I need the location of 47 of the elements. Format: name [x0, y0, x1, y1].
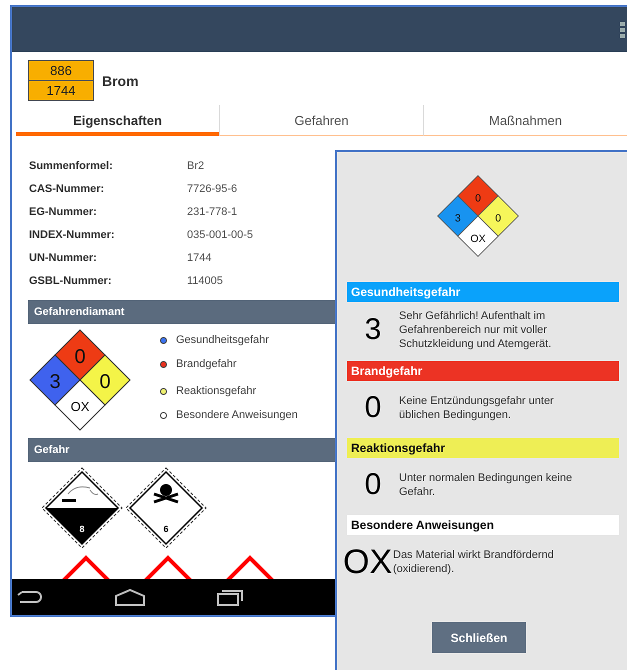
substance-name: Brom [102, 72, 139, 88]
reactivity-rating: 0 [99, 371, 111, 393]
property-value: Br2 [187, 160, 204, 172]
property-label: EG-Nummer: [29, 206, 98, 218]
category-header: Besondere Anweisungen [347, 515, 619, 535]
category-header: Gesundheitsgefahr [347, 282, 619, 302]
rating-value: OX [343, 542, 393, 582]
property-value: 231-778-1 [187, 206, 238, 218]
category-header: Reaktionsgefahr [347, 438, 619, 458]
legend-label: Reaktionsgefahr [176, 385, 256, 397]
rating-description: Unter normalen Bedingungen keine Gefahr. [399, 471, 574, 499]
property-label: Summenformel: [29, 160, 114, 172]
property-label: INDEX-Nummer: [29, 228, 116, 240]
home-icon[interactable] [114, 588, 146, 606]
rating-description: Das Material wirkt Brandfördernd (oxidierend). [393, 548, 555, 576]
tab[interactable]: Maßnahmen [423, 105, 627, 136]
overflow-menu-icon[interactable] [620, 22, 625, 38]
tab[interactable]: Gefahren [219, 105, 423, 136]
property-label: UN-Nummer: [29, 252, 98, 264]
class-number: 8 [80, 524, 84, 534]
category-header: Brandgefahr [347, 361, 619, 381]
legend-label: Brandgefahr [176, 358, 237, 370]
hazard-number: 886 [49, 62, 73, 80]
property-value: 035-001-00-5 [187, 228, 254, 240]
property-label: CAS-Nummer: [29, 182, 106, 194]
un-number: 1744 [29, 80, 93, 100]
health-rating: 3 [49, 371, 61, 393]
legend-label: Gesundheitsgefahr [176, 334, 269, 346]
back-icon[interactable] [16, 589, 44, 605]
special-rating: OX [70, 399, 90, 414]
reactivity-rating: 0 [495, 212, 502, 225]
rating-value: 0 [364, 391, 382, 425]
special-rating: OX [470, 232, 486, 245]
recent-apps-icon[interactable] [216, 588, 244, 606]
property-value: 114005 [187, 274, 223, 286]
class-number: 6 [164, 524, 168, 534]
property-value: 1744 [187, 252, 212, 264]
property-label: GSBL-Nummer: [29, 274, 113, 286]
health-rating: 3 [454, 212, 461, 225]
legend-label: Besondere Anweisungen [176, 409, 298, 421]
rating-description: Keine Entzündungsgefahr unter üblichen Bedingungen. [399, 394, 555, 422]
tab[interactable]: Eigenschaften [16, 105, 219, 136]
fire-rating: 0 [74, 346, 86, 368]
close-button[interactable]: Schließen [432, 622, 526, 653]
property-value: 7726-95-6 [187, 182, 238, 194]
fire-rating: 0 [475, 192, 481, 204]
rating-value: 0 [364, 468, 382, 502]
